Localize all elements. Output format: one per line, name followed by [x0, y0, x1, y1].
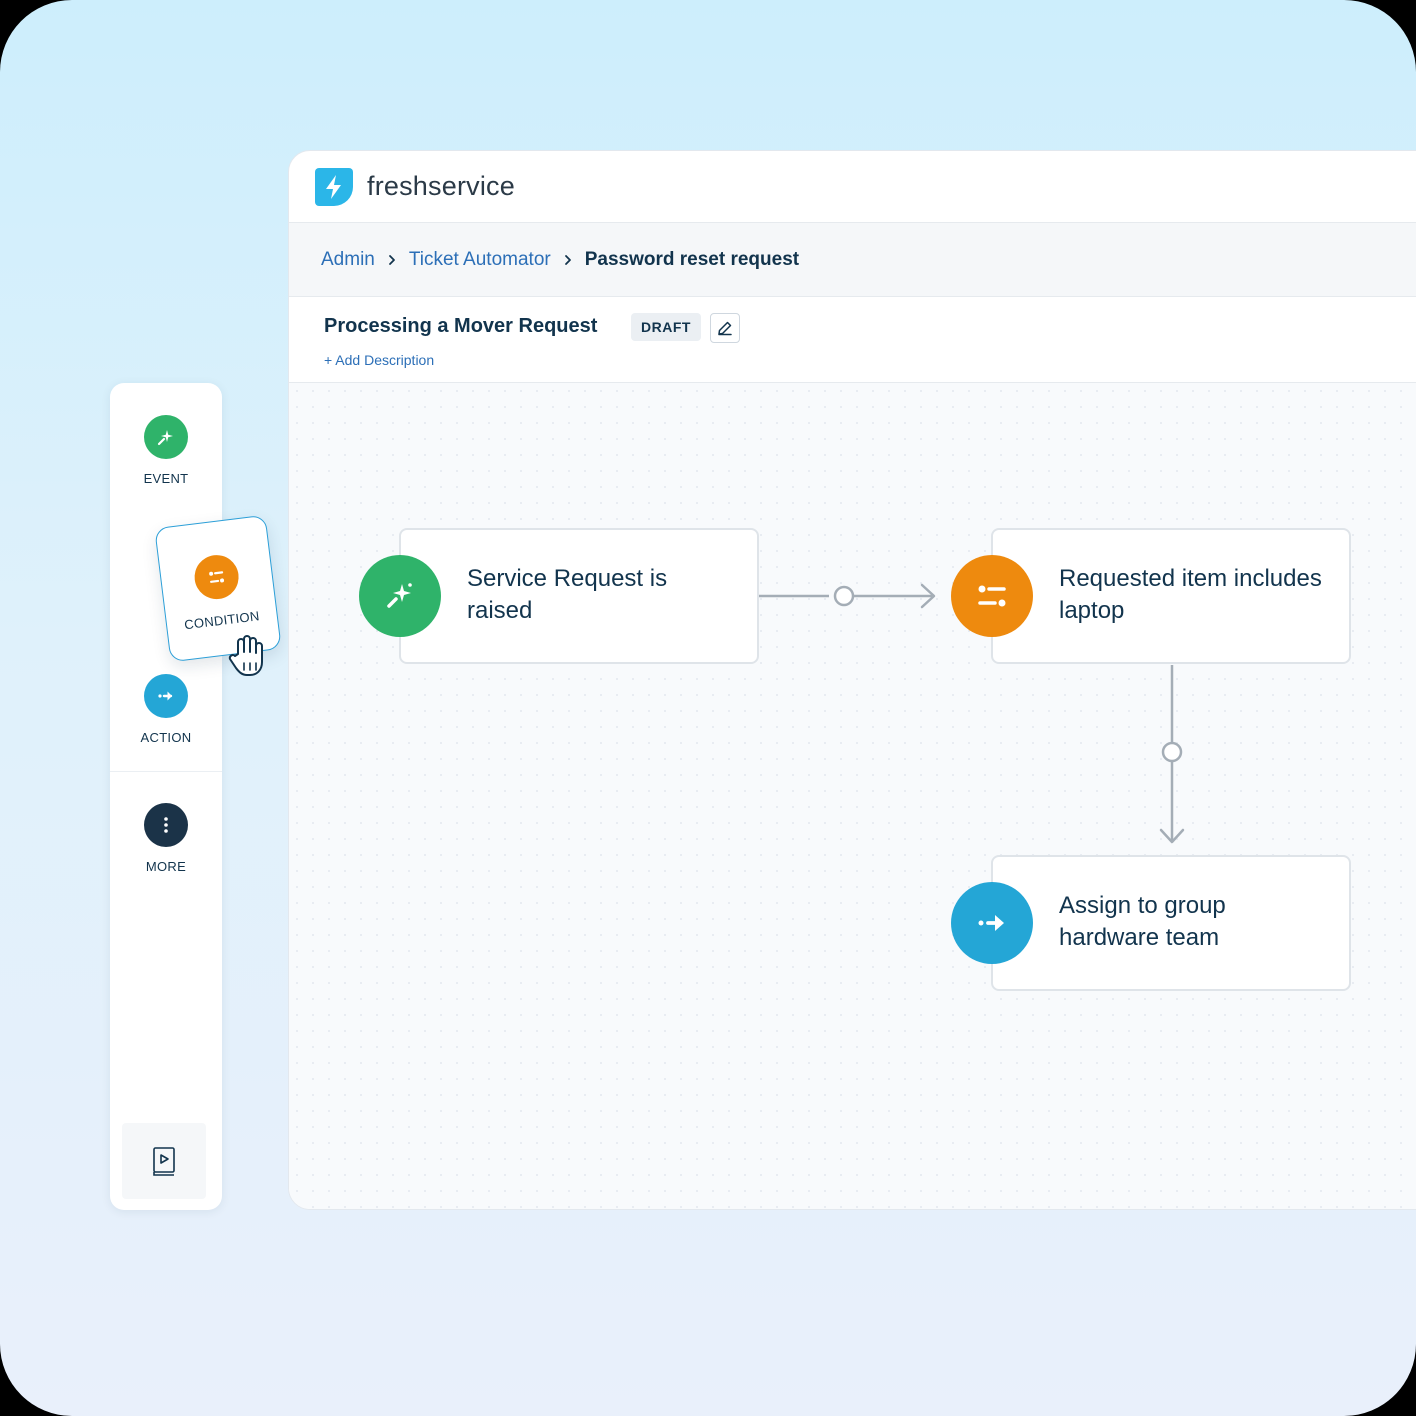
brand-name: freshservice [367, 171, 515, 201]
more-vertical-icon [144, 803, 188, 847]
workflow-node-condition[interactable]: Requested item includes laptop [991, 528, 1351, 664]
sparkle-icon [144, 415, 188, 459]
connectors [759, 583, 1185, 844]
breadcrumb-ticket-automator[interactable]: Ticket Automator [409, 249, 551, 271]
freshservice-logo-icon [315, 167, 353, 206]
grab-cursor-icon [228, 635, 263, 676]
breadcrumb-current: Password reset request [584, 248, 800, 270]
workflow-titlebar: Processing a Mover Request DRAFT + Add D… [289, 297, 1416, 383]
workflow-title: Processing a Mover Request [324, 315, 598, 337]
node-condition-text: Requested item includes laptop [1059, 565, 1322, 624]
palette-label-action: ACTION [140, 730, 192, 745]
palette-item-event[interactable]: EVENT [110, 415, 222, 486]
workflow-node-action[interactable]: Assign to group hardware team [991, 855, 1351, 991]
arrow-right-icon [951, 882, 1033, 964]
palette-divider [110, 771, 222, 772]
playbook-button[interactable] [122, 1123, 206, 1199]
node-action-text: Assign to group hardware team [1059, 892, 1226, 951]
app-header: freshservice [289, 151, 1416, 223]
edit-title-button[interactable] [710, 313, 740, 343]
breadcrumb-admin[interactable]: Admin [321, 249, 375, 271]
palette-label-event: EVENT [143, 471, 189, 486]
connector-condition-to-action[interactable] [1159, 665, 1185, 844]
workflow-node-event[interactable]: Service Request is raised [399, 528, 759, 664]
palette-item-action[interactable]: ACTION [110, 674, 222, 745]
palette-item-more[interactable]: MORE [110, 803, 222, 874]
sliders-icon [951, 555, 1033, 637]
breadcrumb: Admin Ticket Automator Password reset re… [289, 223, 1416, 297]
node-event-text: Service Request is raised [467, 565, 668, 624]
add-description-link[interactable]: + Add Description [324, 352, 434, 368]
workflow-canvas[interactable]: Service Request is raised Requested item… [289, 383, 1416, 1209]
sliders-icon [192, 552, 242, 602]
status-badge: DRAFT [631, 313, 701, 341]
chevron-right-icon [563, 254, 573, 266]
app-window: freshservice Admin Ticket Automator Pass… [288, 150, 1416, 1210]
playbook-icon [153, 1147, 175, 1176]
arrow-right-icon [144, 674, 188, 718]
screen-frame: EVENT ACTION MORE CONDITION freshservice… [0, 0, 1416, 1416]
sparkle-icon [359, 555, 441, 637]
node-palette: EVENT ACTION MORE [110, 383, 222, 1210]
pencil-icon [718, 321, 732, 336]
chevron-right-icon [387, 254, 397, 266]
palette-label-condition: CONDITION [183, 608, 261, 633]
palette-label-more: MORE [145, 859, 187, 874]
connector-event-to-condition[interactable] [759, 583, 936, 609]
